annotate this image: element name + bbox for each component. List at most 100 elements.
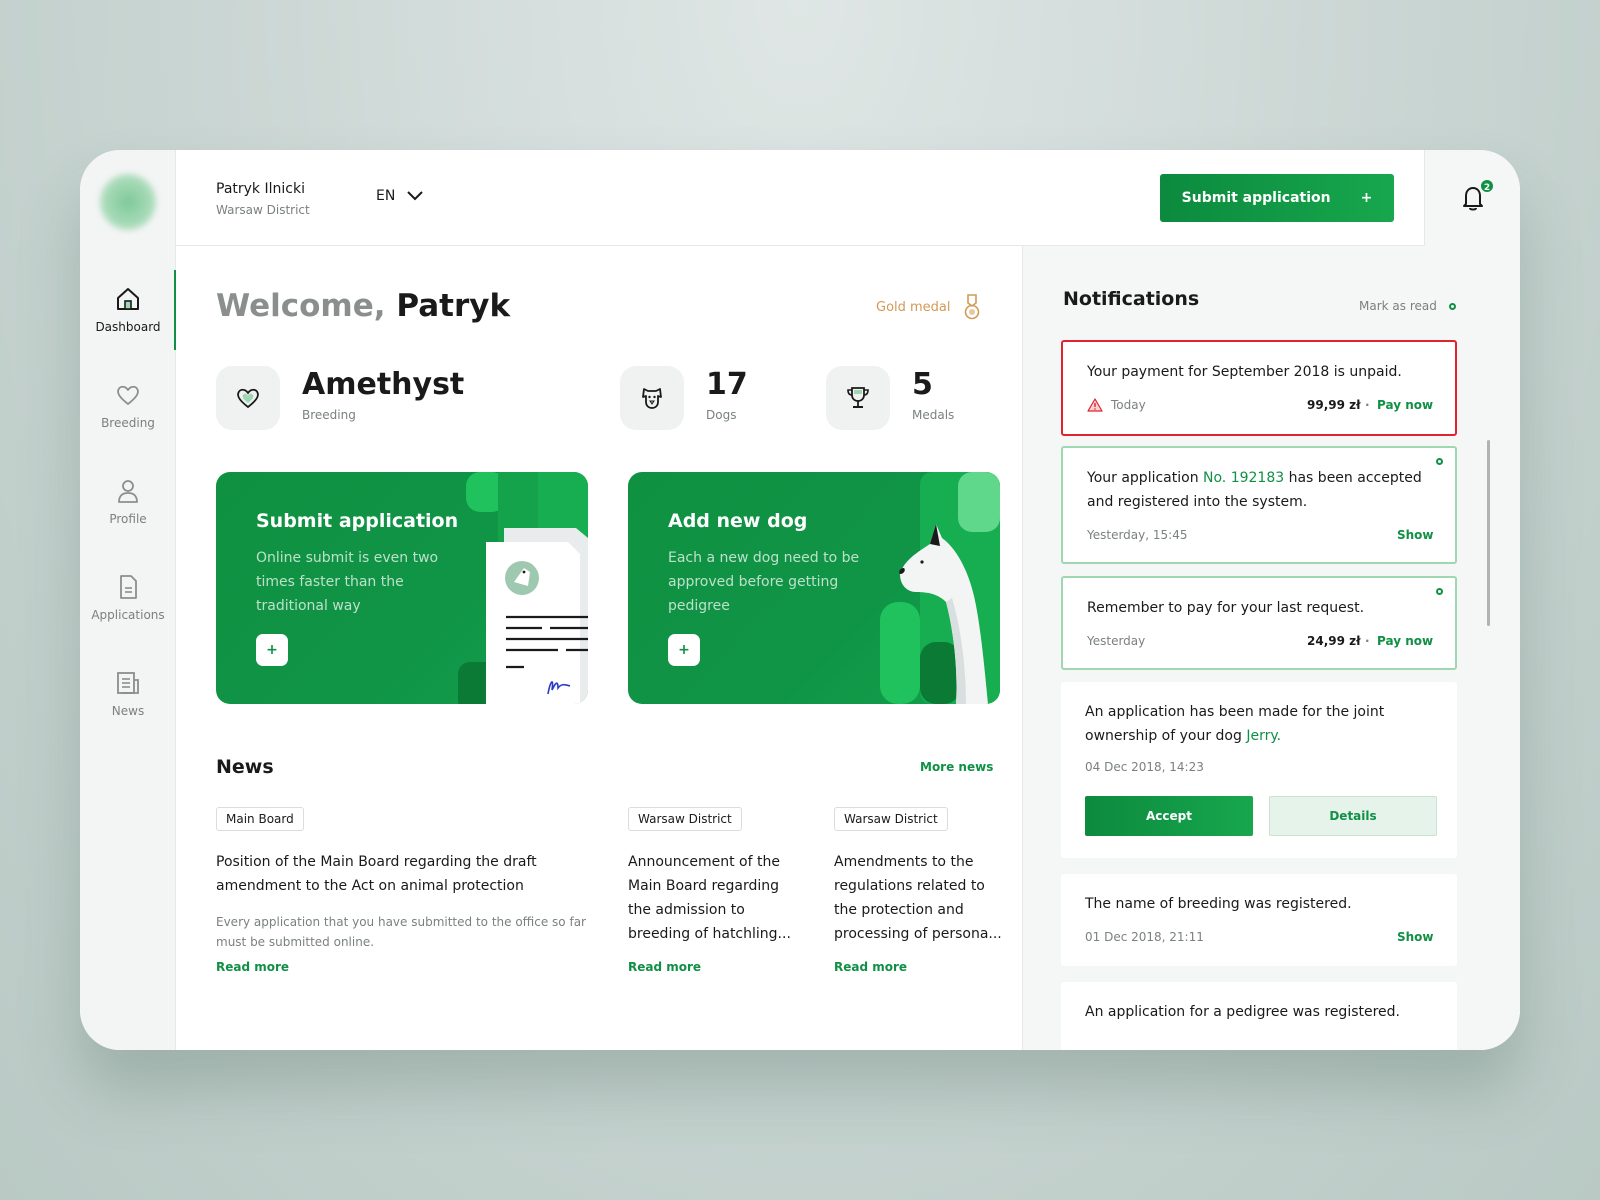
dogs-label: Dogs: [706, 408, 737, 422]
submit-application-card[interactable]: Submit application Online submit is even…: [216, 472, 588, 704]
show-link[interactable]: Show: [1397, 528, 1434, 542]
show-link[interactable]: Show: [1397, 930, 1434, 944]
plus-icon: +: [1360, 190, 1373, 206]
dog-name-link[interactable]: Jerry.: [1246, 728, 1281, 744]
sidebar-item-label: News: [111, 704, 145, 718]
add-new-dog-plus-button[interactable]: +: [668, 634, 700, 666]
sidebar: Dashboard Breeding Profile Applications: [80, 150, 177, 1050]
mark-as-read-button[interactable]: Mark as read: [1359, 299, 1456, 313]
notification-time: 01 Dec 2018, 21:11: [1085, 930, 1204, 944]
main-content: Welcome, Patryk Gold medal Amethyst Bree…: [176, 246, 1022, 1050]
card-description: Online submit is even two times faster t…: [256, 550, 439, 614]
submit-application-button[interactable]: Submit application +: [1160, 174, 1394, 222]
pay-now-link[interactable]: Pay now: [1377, 398, 1433, 412]
news-headline[interactable]: Position of the Main Board regarding the…: [216, 850, 576, 898]
dog-illustration: [880, 472, 1000, 704]
dog-icon: [642, 388, 662, 409]
scrollbar-thumb[interactable]: [1487, 440, 1490, 626]
notification-text: Remember to pay for your last request.: [1087, 600, 1365, 616]
details-button[interactable]: Details: [1269, 796, 1437, 836]
notification-text-part: An application has been made for the joi…: [1085, 704, 1385, 744]
notification-amount: 24,99 zł: [1307, 634, 1361, 648]
card-title: Add new dog: [668, 510, 808, 532]
notification-pedigree-registered[interactable]: An application for a pedigree was regist…: [1061, 982, 1457, 1050]
sidebar-item-applications[interactable]: Applications: [80, 574, 176, 654]
language-selector[interactable]: EN: [376, 188, 424, 204]
mark-as-read-label: Mark as read: [1359, 299, 1437, 313]
notification-text-part: Your application: [1087, 470, 1204, 486]
accept-button[interactable]: Accept: [1085, 796, 1253, 836]
dogs-value: 17: [706, 367, 748, 402]
notifications-title: Notifications: [1063, 288, 1200, 310]
pay-now-link[interactable]: Pay now: [1377, 634, 1433, 648]
sidebar-item-label: Applications: [91, 608, 165, 622]
separator: ·: [1365, 398, 1370, 412]
read-more-link[interactable]: Read more: [216, 960, 289, 974]
breeding-label: Breeding: [302, 408, 356, 422]
sidebar-item-label: Breeding: [101, 416, 155, 430]
news-tag: Warsaw District: [628, 807, 742, 831]
add-new-dog-card[interactable]: Add new dog Each a new dog need to be ap…: [628, 472, 1000, 704]
notification-area: 2: [1424, 150, 1520, 246]
news-section-title: News: [216, 756, 274, 778]
gold-medal-badge: Gold medal: [876, 294, 981, 320]
news-headline[interactable]: Amendments to the regulations related to…: [834, 850, 1004, 946]
notification-text: Your payment for September 2018 is unpai…: [1087, 364, 1402, 380]
card-description: Each a new dog need to be approved befor…: [668, 550, 860, 614]
notification-breeding-registered[interactable]: The name of breeding was registered. 01 …: [1061, 874, 1457, 966]
sidebar-item-breeding[interactable]: Breeding: [80, 382, 176, 462]
language-value: EN: [376, 188, 396, 204]
breeding-value: Amethyst: [302, 367, 465, 402]
read-more-link[interactable]: Read more: [628, 960, 701, 974]
warning-icon: [1087, 398, 1103, 412]
sidebar-item-news[interactable]: News: [80, 670, 176, 750]
user-icon: [118, 480, 138, 503]
medal-label: Gold medal: [876, 299, 951, 315]
notification-joint-ownership: An application has been made for the joi…: [1061, 682, 1457, 858]
unread-dot-icon: [1436, 458, 1443, 465]
sidebar-item-label: Dashboard: [95, 320, 161, 334]
application-number-link[interactable]: No. 192183: [1203, 470, 1284, 486]
app-logo[interactable]: [98, 172, 158, 232]
breeding-stat-tile: [216, 366, 280, 430]
news-headline[interactable]: Announcement of the Main Board regarding…: [628, 850, 796, 946]
sidebar-item-dashboard[interactable]: Dashboard: [80, 270, 177, 366]
welcome-name: Patryk: [396, 288, 511, 324]
read-more-link[interactable]: Read more: [834, 960, 907, 974]
notification-payment-reminder[interactable]: Remember to pay for your last request. Y…: [1061, 576, 1457, 670]
notification-text: An application for a pedigree was regist…: [1085, 1004, 1400, 1020]
application-document-illustration: [458, 472, 588, 704]
unread-dot-icon: [1436, 588, 1443, 595]
welcome-prefix: Welcome,: [216, 288, 386, 324]
welcome-heading: Welcome, Patryk: [216, 288, 510, 324]
medals-label: Medals: [912, 408, 955, 422]
notifications-panel: Notifications Mark as read Your payment …: [1022, 246, 1520, 1050]
notification-time: Today: [1111, 398, 1146, 412]
card-title: Submit application: [256, 510, 459, 532]
heart-icon: [117, 385, 139, 405]
sidebar-item-profile[interactable]: Profile: [80, 478, 176, 558]
news-tag: Warsaw District: [834, 807, 948, 831]
notification-time: Yesterday: [1087, 634, 1146, 648]
app-window: Dashboard Breeding Profile Applications: [80, 150, 1520, 1050]
notification-meta: Today: [1087, 398, 1146, 412]
notification-count-badge: 2: [1479, 178, 1495, 194]
notification-time: 04 Dec 2018, 14:23: [1085, 760, 1204, 774]
user-name: Patryk Ilnicki: [216, 181, 305, 197]
chevron-down-icon: [407, 191, 424, 201]
medals-value: 5: [912, 367, 933, 402]
notification-application-accepted[interactable]: Your application No. 192183 has been acc…: [1061, 446, 1457, 564]
home-icon: [117, 288, 139, 310]
newspaper-icon: [117, 672, 139, 694]
more-news-link[interactable]: More news: [920, 760, 993, 774]
medal-icon: [964, 294, 979, 320]
notification-text: The name of breeding was registered.: [1085, 896, 1352, 912]
notification-text: An application has been made for the joi…: [1085, 700, 1435, 748]
notification-payment-unpaid[interactable]: Your payment for September 2018 is unpai…: [1061, 340, 1457, 436]
news-tag: Main Board: [216, 807, 304, 831]
separator: ·: [1365, 634, 1370, 648]
news-body: Every application that you have submitte…: [216, 915, 586, 949]
submit-application-plus-button[interactable]: +: [256, 634, 288, 666]
document-icon: [120, 575, 137, 599]
notification-time: Yesterday, 15:45: [1087, 528, 1188, 542]
